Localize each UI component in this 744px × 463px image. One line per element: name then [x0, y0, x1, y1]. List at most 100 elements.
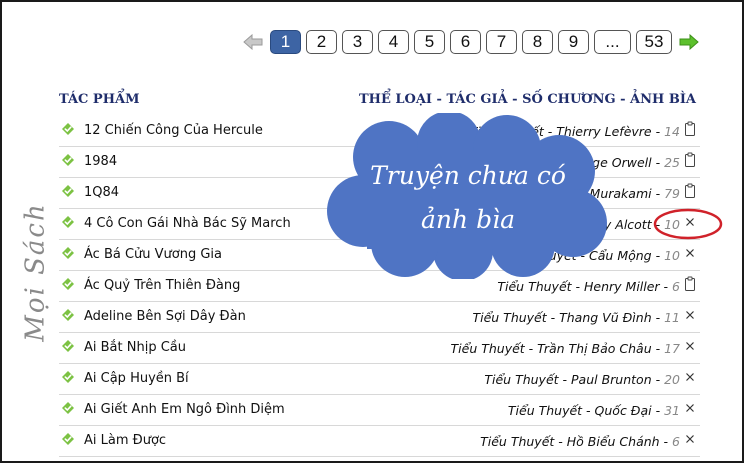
book-meta: Tiểu Thuyết - Trần Thị Bảo Châu - 17 — [451, 341, 680, 356]
separator: - — [651, 310, 665, 325]
book-row: Ai Làm Được Tiểu Thuyết - Hồ Biểu Chánh -… — [59, 426, 700, 457]
diamond-bullet-icon — [62, 247, 74, 259]
separator: - — [651, 372, 665, 387]
book-row: Ai Cập Huyền Bí Tiểu Thuyết - Paul Brunto… — [59, 364, 700, 395]
page-button-8[interactable]: 8 — [522, 30, 553, 54]
book-title-link[interactable]: Ác Quỷ Trên Thiên Đàng — [84, 278, 240, 293]
x-icon — [686, 435, 694, 443]
x-icon — [686, 373, 694, 381]
book-meta: Tiểu Thuyết - Henry Miller - 6 — [497, 279, 680, 294]
book-author[interactable]: Paul Brunton — [571, 372, 652, 387]
separator: - — [554, 434, 567, 449]
diamond-bullet-icon — [62, 185, 74, 197]
diamond-bullet-icon — [62, 340, 74, 352]
separator: - — [651, 403, 665, 418]
clipboard-icon — [685, 121, 695, 136]
book-chapter-count: 6 — [672, 434, 680, 449]
book-row: Ai Giết Anh Em Ngô Đình Diệm Tiểu Thuyết … — [59, 395, 700, 426]
page-button-1[interactable]: 1 — [270, 30, 301, 54]
book-meta: Tiểu Thuyết - Quốc Đại - 31 — [508, 403, 680, 418]
book-title-link[interactable]: Ác Bá Cửu Vương Gia — [84, 247, 222, 262]
book-author[interactable]: Thang Vũ Đình — [559, 310, 652, 325]
book-genre[interactable]: Tiểu Thuyết — [480, 434, 554, 449]
page-button-2[interactable]: 2 — [306, 30, 337, 54]
diamond-bullet-icon — [62, 402, 74, 414]
arrow-left-icon[interactable] — [242, 31, 264, 53]
callout-text: Truyện chưa có ảnh bìa — [327, 154, 609, 242]
book-chapter-count: 79 — [664, 186, 680, 201]
page-button-6[interactable]: 6 — [450, 30, 481, 54]
book-row: Ai Bắt Nhịp Cầu Tiểu Thuyết - Trần Thị Bả… — [59, 333, 700, 364]
book-title-link[interactable]: 12 Chiến Công Của Hercule — [84, 123, 263, 138]
page-button-7[interactable]: 7 — [486, 30, 517, 54]
watermark: Mọi Sách — [20, 202, 51, 342]
clipboard-icon — [685, 152, 695, 167]
book-meta: Tiểu Thuyết - Hồ Biểu Chánh - 6 — [480, 434, 680, 449]
screenshot-frame: Mọi Sách 1 2 3 4 5 6 7 8 9 ... 53 TÁC PH… — [0, 0, 744, 463]
book-title-link[interactable]: Ai Bắt Nhịp Cầu — [84, 340, 186, 355]
book-title-link[interactable]: Ai Làm Được — [84, 433, 166, 448]
book-title-link[interactable]: 4 Cô Con Gái Nhà Bác Sỹ March — [84, 216, 291, 231]
separator: - — [651, 155, 665, 170]
diamond-bullet-icon — [62, 216, 74, 228]
separator: - — [651, 248, 665, 263]
book-row: Adeline Bên Sợi Dây Đàn Tiểu Thuyết - Tha… — [59, 302, 700, 333]
separator: - — [651, 186, 665, 201]
page-button-ellipsis[interactable]: ... — [594, 30, 631, 54]
book-author[interactable]: Quốc Đại — [595, 403, 652, 418]
separator: - — [651, 341, 665, 356]
book-title-link[interactable]: Ai Cập Huyền Bí — [84, 371, 189, 386]
book-chapter-count: 11 — [664, 310, 680, 325]
page-button-5[interactable]: 5 — [414, 30, 445, 54]
book-title-link[interactable]: Ai Giết Anh Em Ngô Đình Diệm — [84, 402, 285, 417]
book-chapter-count: 25 — [664, 155, 680, 170]
separator: - — [582, 403, 595, 418]
x-icon — [686, 249, 694, 257]
page-button-4[interactable]: 4 — [378, 30, 409, 54]
page-button-last[interactable]: 53 — [636, 30, 672, 54]
pagination: 1 2 3 4 5 6 7 8 9 ... 53 — [242, 30, 700, 54]
book-genre[interactable]: Tiểu Thuyết — [484, 372, 558, 387]
separator: - — [524, 341, 538, 356]
x-icon — [686, 342, 694, 350]
book-chapter-count: 6 — [672, 279, 680, 294]
diamond-bullet-icon — [62, 278, 74, 290]
separator: - — [571, 279, 585, 294]
book-title-link[interactable]: 1Q84 — [84, 185, 119, 200]
callout-line-2: ảnh bìa — [421, 205, 515, 234]
book-title-link[interactable]: Adeline Bên Sợi Dây Đàn — [84, 309, 246, 324]
book-chapter-count: 20 — [664, 372, 680, 387]
arrow-right-icon[interactable] — [678, 31, 700, 53]
diamond-bullet-icon — [62, 154, 74, 166]
separator: - — [546, 310, 560, 325]
book-author[interactable]: Henry Miller — [584, 279, 660, 294]
book-meta: Tiểu Thuyết - Thang Vũ Đình - 11 — [472, 310, 680, 325]
separator: - — [659, 434, 673, 449]
page-button-3[interactable]: 3 — [342, 30, 373, 54]
book-genre[interactable]: Tiểu Thuyết — [451, 341, 525, 356]
column-header-title: TÁC PHẨM — [59, 92, 140, 107]
book-meta: Tiểu Thuyết - Paul Brunton - 20 — [484, 372, 680, 387]
book-chapter-count: 10 — [664, 248, 680, 263]
separator: - — [558, 372, 572, 387]
separator: - — [651, 124, 665, 139]
book-chapter-count: 14 — [664, 124, 680, 139]
column-header-details: THỂ LOẠI - TÁC GIẢ - SỐ CHƯƠNG - ẢNH BÌA — [358, 92, 696, 107]
x-icon — [686, 311, 694, 319]
callout-line-1: Truyện chưa có — [370, 161, 566, 190]
book-genre[interactable]: Tiểu Thuyết — [497, 279, 571, 294]
clipboard-icon — [685, 183, 695, 198]
book-title-link[interactable]: 1984 — [84, 154, 117, 169]
separator: - — [659, 279, 673, 294]
book-genre[interactable]: Tiểu Thuyết — [472, 310, 546, 325]
highlight-ellipse — [653, 208, 723, 240]
page-button-9[interactable]: 9 — [558, 30, 589, 54]
book-author[interactable]: Trần Thị Bảo Châu — [537, 341, 651, 356]
diamond-bullet-icon — [62, 433, 74, 445]
book-author[interactable]: Hồ Biểu Chánh — [567, 434, 660, 449]
book-chapter-count: 31 — [664, 403, 680, 418]
diamond-bullet-icon — [62, 309, 74, 321]
clipboard-icon — [685, 276, 695, 291]
x-icon — [686, 404, 694, 412]
book-genre[interactable]: Tiểu Thuyết — [508, 403, 582, 418]
